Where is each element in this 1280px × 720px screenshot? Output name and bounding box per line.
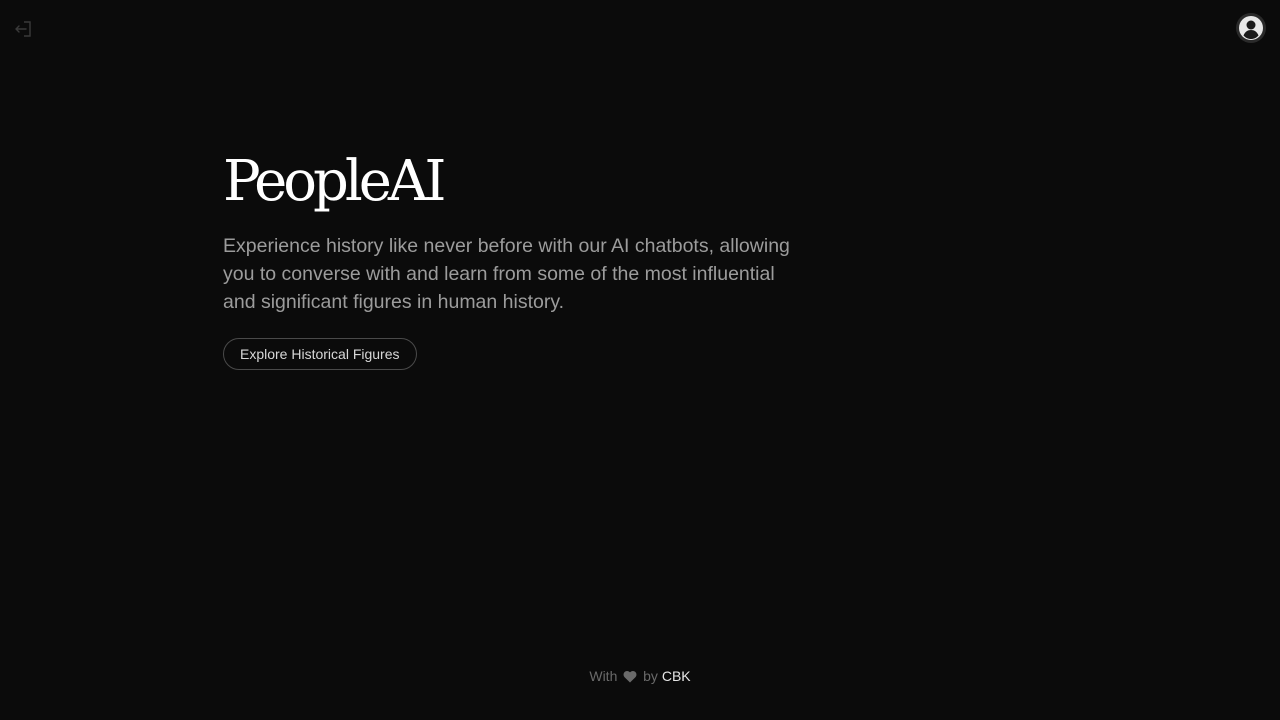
- heart-icon: [623, 670, 637, 686]
- footer-by: by: [643, 668, 658, 684]
- user-circle-icon: [1239, 16, 1263, 40]
- footer: With by CBK: [0, 668, 1280, 686]
- hero-description: Experience history like never before wit…: [223, 235, 790, 313]
- page-title: PeopleAI: [223, 149, 446, 214]
- footer-prefix: With: [589, 668, 618, 684]
- author-link[interactable]: CBK: [662, 668, 691, 684]
- hero-section: PeopleAI Experience history like never b…: [223, 146, 823, 370]
- explore-figures-button[interactable]: Explore Historical Figures: [223, 338, 417, 370]
- user-avatar-button[interactable]: [1236, 13, 1266, 43]
- page: PeopleAI Experience history like never b…: [0, 0, 1280, 720]
- logout-button[interactable]: [12, 18, 34, 40]
- logout-arrow-icon: [15, 21, 31, 37]
